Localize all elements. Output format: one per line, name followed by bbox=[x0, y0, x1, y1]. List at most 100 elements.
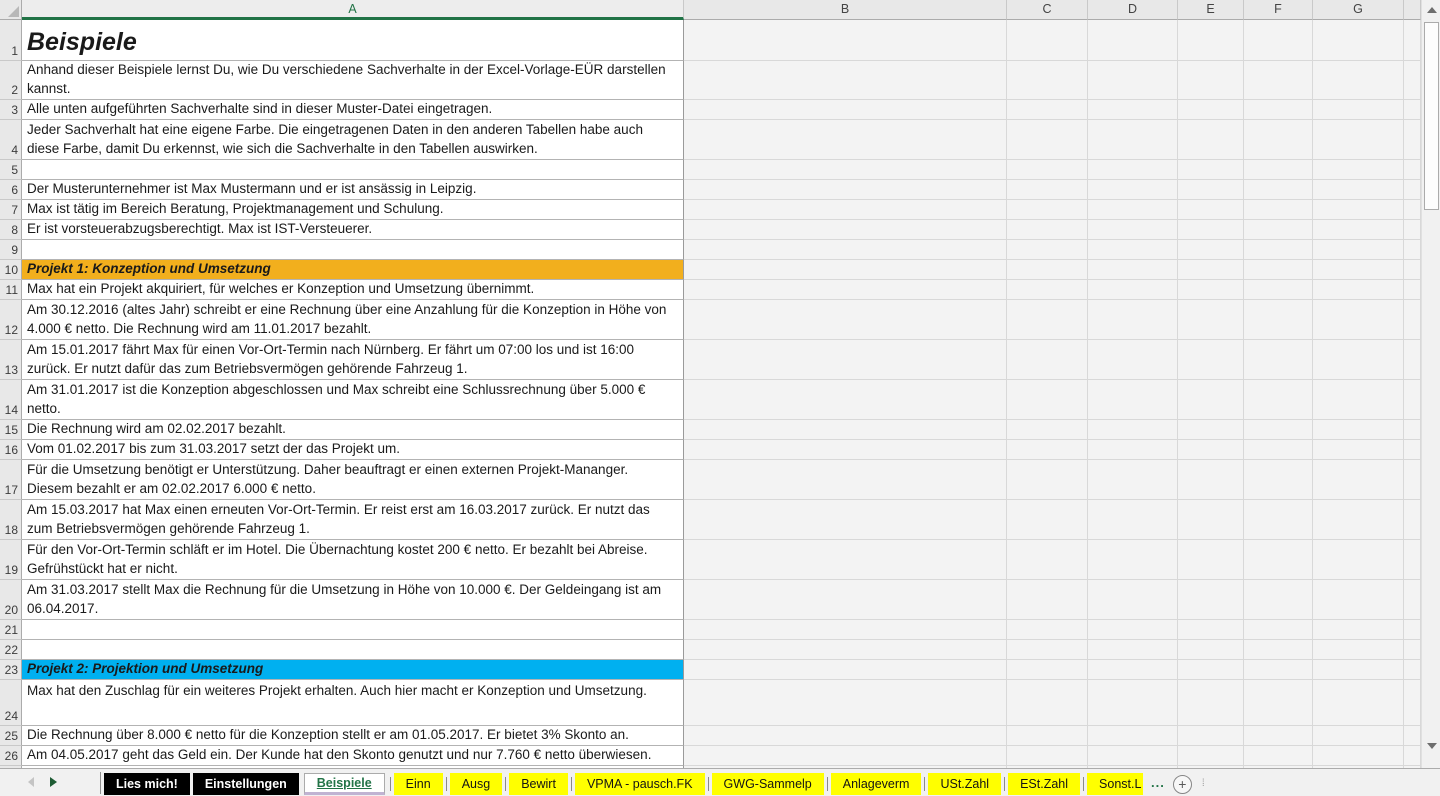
cell-sliver3[interactable] bbox=[1404, 100, 1421, 120]
cell-e22[interactable] bbox=[1178, 640, 1244, 660]
cell-f8[interactable] bbox=[1244, 220, 1313, 240]
cell-c2[interactable] bbox=[1007, 61, 1088, 100]
row-number[interactable]: 2 bbox=[0, 61, 22, 100]
cell-e5[interactable] bbox=[1178, 160, 1244, 180]
cell-f1[interactable] bbox=[1244, 20, 1313, 61]
cell-sliver11[interactable] bbox=[1404, 280, 1421, 300]
cell-g14[interactable] bbox=[1313, 380, 1404, 420]
cell-b22[interactable] bbox=[684, 640, 1007, 660]
cell-sliver18[interactable] bbox=[1404, 500, 1421, 540]
cell-f7[interactable] bbox=[1244, 200, 1313, 220]
row-number[interactable]: 9 bbox=[0, 240, 22, 260]
cell-c4[interactable] bbox=[1007, 120, 1088, 160]
cell-sliver2[interactable] bbox=[1404, 61, 1421, 100]
cell-d19[interactable] bbox=[1088, 540, 1178, 580]
cell-b26[interactable] bbox=[684, 746, 1007, 766]
cell-g13[interactable] bbox=[1313, 340, 1404, 380]
cell-b11[interactable] bbox=[684, 280, 1007, 300]
cell-a20[interactable]: Am 31.03.2017 stellt Max die Rechnung fü… bbox=[22, 580, 684, 620]
cell-a13[interactable]: Am 15.01.2017 fährt Max für einen Vor-Or… bbox=[22, 340, 684, 380]
add-sheet-button[interactable]: + bbox=[1173, 775, 1192, 794]
cell-g8[interactable] bbox=[1313, 220, 1404, 240]
cell-b9[interactable] bbox=[684, 240, 1007, 260]
row-number[interactable]: 22 bbox=[0, 640, 22, 660]
cell-g16[interactable] bbox=[1313, 440, 1404, 460]
cell-b21[interactable] bbox=[684, 620, 1007, 640]
cell-f19[interactable] bbox=[1244, 540, 1313, 580]
cell-d26[interactable] bbox=[1088, 746, 1178, 766]
cell-c24[interactable] bbox=[1007, 680, 1088, 726]
row-number[interactable]: 14 bbox=[0, 380, 22, 420]
cell-e8[interactable] bbox=[1178, 220, 1244, 240]
cell-f18[interactable] bbox=[1244, 500, 1313, 540]
cell-e9[interactable] bbox=[1178, 240, 1244, 260]
column-header-e[interactable]: E bbox=[1178, 0, 1244, 20]
column-header-a[interactable]: A bbox=[22, 0, 684, 20]
cell-b25[interactable] bbox=[684, 726, 1007, 746]
cell-e7[interactable] bbox=[1178, 200, 1244, 220]
cell-a19[interactable]: Für den Vor-Ort-Termin schläft er im Hot… bbox=[22, 540, 684, 580]
cell-sliver24[interactable] bbox=[1404, 680, 1421, 726]
row-number[interactable]: 12 bbox=[0, 300, 22, 340]
cell-c16[interactable] bbox=[1007, 440, 1088, 460]
cell-e16[interactable] bbox=[1178, 440, 1244, 460]
sheet-tab-anlageverm[interactable]: Anlageverm bbox=[831, 773, 922, 795]
cell-f14[interactable] bbox=[1244, 380, 1313, 420]
cell-sliver14[interactable] bbox=[1404, 380, 1421, 420]
cell-sliver12[interactable] bbox=[1404, 300, 1421, 340]
cell-g20[interactable] bbox=[1313, 580, 1404, 620]
cell-sliver20[interactable] bbox=[1404, 580, 1421, 620]
row-number[interactable]: 20 bbox=[0, 580, 22, 620]
cell-d10[interactable] bbox=[1088, 260, 1178, 280]
cell-b23[interactable] bbox=[684, 660, 1007, 680]
cell-a11[interactable]: Max hat ein Projekt akquiriert, für welc… bbox=[22, 280, 684, 300]
cell-c10[interactable] bbox=[1007, 260, 1088, 280]
cell-b7[interactable] bbox=[684, 200, 1007, 220]
cell-g1[interactable] bbox=[1313, 20, 1404, 61]
cell-sliver19[interactable] bbox=[1404, 540, 1421, 580]
cell-f15[interactable] bbox=[1244, 420, 1313, 440]
cell-a23[interactable]: Projekt 2: Projektion und Umsetzung bbox=[22, 660, 684, 680]
column-header-d[interactable]: D bbox=[1088, 0, 1178, 20]
cell-sliver26[interactable] bbox=[1404, 746, 1421, 766]
cell-b8[interactable] bbox=[684, 220, 1007, 240]
cell-a26[interactable]: Am 04.05.2017 geht das Geld ein. Der Kun… bbox=[22, 746, 684, 766]
cell-c15[interactable] bbox=[1007, 420, 1088, 440]
cell-sliver22[interactable] bbox=[1404, 640, 1421, 660]
cell-f21[interactable] bbox=[1244, 620, 1313, 640]
cell-a9[interactable] bbox=[22, 240, 684, 260]
cell-f20[interactable] bbox=[1244, 580, 1313, 620]
row-number[interactable]: 25 bbox=[0, 726, 22, 746]
cell-b20[interactable] bbox=[684, 580, 1007, 620]
cell-sliver16[interactable] bbox=[1404, 440, 1421, 460]
cell-f25[interactable] bbox=[1244, 726, 1313, 746]
cell-g3[interactable] bbox=[1313, 100, 1404, 120]
cell-d9[interactable] bbox=[1088, 240, 1178, 260]
cell-f6[interactable] bbox=[1244, 180, 1313, 200]
cell-f22[interactable] bbox=[1244, 640, 1313, 660]
cell-g18[interactable] bbox=[1313, 500, 1404, 540]
cell-f2[interactable] bbox=[1244, 61, 1313, 100]
cell-c3[interactable] bbox=[1007, 100, 1088, 120]
select-all-button[interactable] bbox=[0, 0, 22, 20]
cell-b10[interactable] bbox=[684, 260, 1007, 280]
cell-a8[interactable]: Er ist vorsteuerabzugsberechtigt. Max is… bbox=[22, 220, 684, 240]
cell-sliver4[interactable] bbox=[1404, 120, 1421, 160]
cell-d6[interactable] bbox=[1088, 180, 1178, 200]
cell-b17[interactable] bbox=[684, 460, 1007, 500]
cell-g26[interactable] bbox=[1313, 746, 1404, 766]
cell-a3[interactable]: Alle unten aufgeführten Sachverhalte sin… bbox=[22, 100, 684, 120]
row-number[interactable]: 13 bbox=[0, 340, 22, 380]
cell-g25[interactable] bbox=[1313, 726, 1404, 746]
row-number[interactable]: 4 bbox=[0, 120, 22, 160]
cell-d12[interactable] bbox=[1088, 300, 1178, 340]
cell-b19[interactable] bbox=[684, 540, 1007, 580]
row-number[interactable]: 3 bbox=[0, 100, 22, 120]
cell-e20[interactable] bbox=[1178, 580, 1244, 620]
row-number[interactable]: 19 bbox=[0, 540, 22, 580]
cell-f3[interactable] bbox=[1244, 100, 1313, 120]
column-header-g[interactable]: G bbox=[1313, 0, 1404, 20]
cell-c17[interactable] bbox=[1007, 460, 1088, 500]
cell-f9[interactable] bbox=[1244, 240, 1313, 260]
sheet-tab-lies-mich-[interactable]: Lies mich! bbox=[104, 773, 190, 795]
